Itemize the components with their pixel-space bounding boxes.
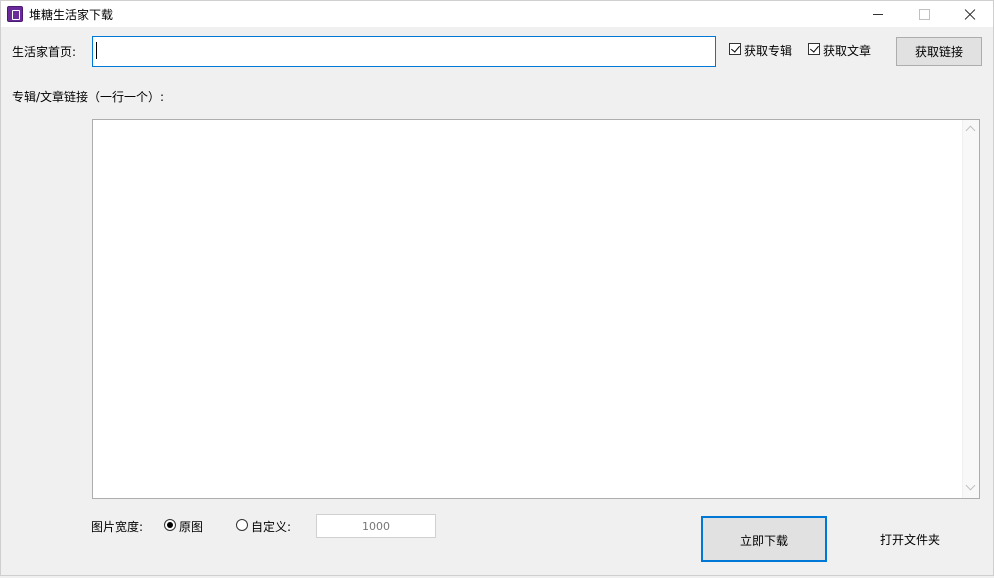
custom-width-input[interactable]	[316, 514, 436, 538]
maximize-icon[interactable]	[901, 1, 947, 27]
album-check-icon[interactable]	[729, 43, 741, 55]
custom-radio-icon[interactable]	[236, 519, 248, 531]
minimize-icon[interactable]	[855, 1, 901, 27]
article-checkbox-label: 获取文章	[823, 44, 872, 58]
custom-radio-label: 自定义:	[251, 520, 292, 534]
scroll-up-icon[interactable]	[965, 125, 976, 136]
scroll-down-icon[interactable]	[965, 480, 976, 491]
open-folder-button[interactable]: 打开文件夹	[847, 516, 973, 562]
vertical-scrollbar[interactable]	[962, 120, 979, 498]
album-checkbox-label: 获取专辑	[744, 44, 793, 58]
image-width-label: 图片宽度:	[91, 520, 144, 534]
article-check-icon[interactable]	[808, 43, 820, 55]
original-radio-label: 原图	[179, 520, 204, 534]
title-bar[interactable]: 堆糖生活家下载	[1, 1, 993, 27]
links-textarea[interactable]	[92, 119, 980, 499]
links-label: 专辑/文章链接（一行一个）:	[12, 90, 165, 104]
text-caret	[96, 42, 97, 59]
home-url-input[interactable]	[92, 36, 716, 67]
home-label: 生活家首页:	[12, 45, 77, 59]
download-button[interactable]: 立即下载	[701, 516, 827, 562]
window-title: 堆糖生活家下载	[29, 8, 114, 22]
fetch-links-button[interactable]: 获取链接	[896, 37, 982, 66]
app-icon	[7, 6, 23, 22]
main-window: 堆糖生活家下载 生活家首页: 获取专辑 获取文章 获取链接 专辑/文章链接（一行…	[0, 0, 994, 576]
original-radio-icon[interactable]	[164, 519, 176, 531]
close-icon[interactable]	[947, 1, 993, 27]
